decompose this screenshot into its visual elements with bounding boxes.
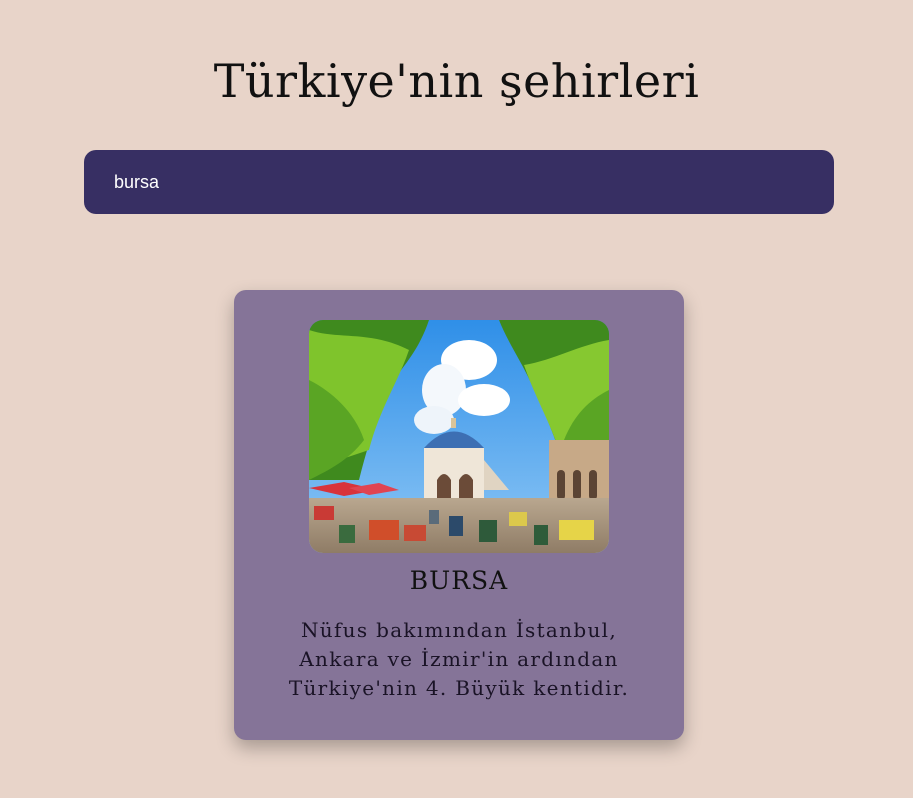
city-photo <box>309 320 609 553</box>
city-description: Nüfus bakımından İstanbul, Ankara ve İzm… <box>288 618 630 700</box>
page-title: Türkiye'nin şehirleri <box>213 54 700 108</box>
city-name: BURSA <box>409 566 509 595</box>
search-input[interactable] <box>114 171 804 193</box>
city-card: BURSA Nüfus bakımından İstanbul, Ankara … <box>234 290 684 740</box>
search-bar[interactable] <box>84 150 834 214</box>
